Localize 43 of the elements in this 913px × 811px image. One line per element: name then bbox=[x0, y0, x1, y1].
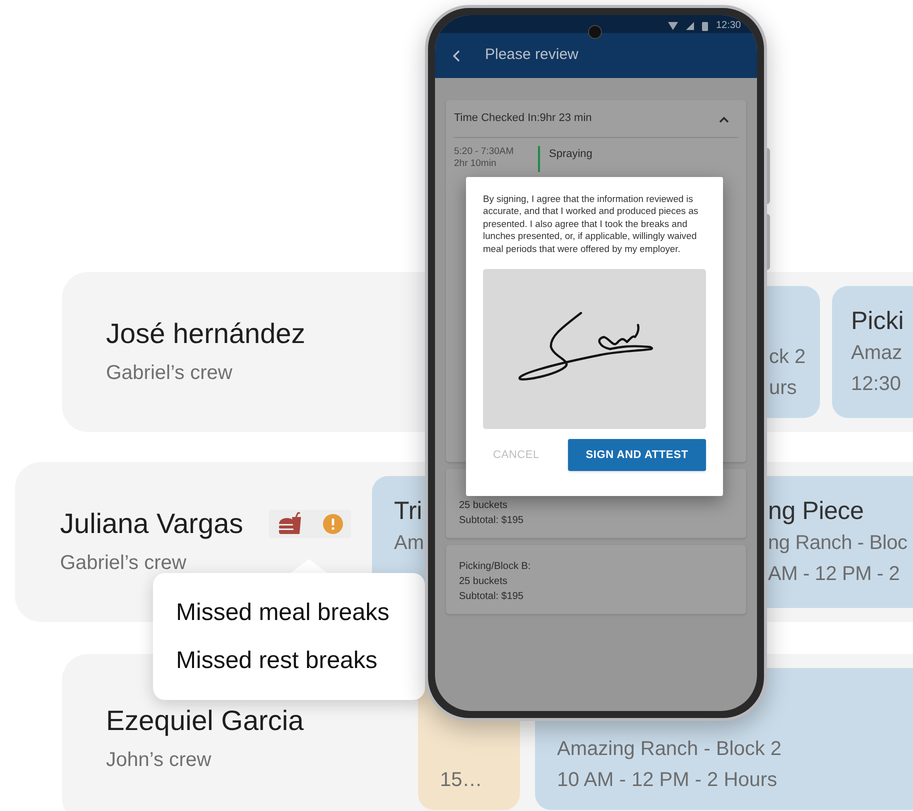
piece-line: 25 buckets bbox=[459, 499, 508, 513]
card-line: AM - 12 PM - 2 bbox=[768, 562, 900, 587]
card-title: Tri bbox=[394, 496, 422, 527]
card-line: urs bbox=[769, 376, 797, 401]
worker-name: José hernández bbox=[106, 317, 306, 351]
popover-item: Missed meal breaks bbox=[176, 598, 390, 628]
attest-text: By signing, I agree that the information reviewed is accurate, and that I worked and produced pieces as presented. I also agree that I took the breaks and lunches presented, or, if applicable, willingly waived meal periods that were offered by my employer. bbox=[483, 193, 700, 256]
card-line: ng Ranch - Bloc bbox=[768, 531, 908, 556]
piece-line: Picking/Block B: bbox=[459, 560, 532, 574]
status-time: 12:30 bbox=[716, 21, 741, 31]
time-summary: Time Checked In:9hr 23 min bbox=[454, 111, 592, 126]
crew-name: Gabriel’s crew bbox=[106, 361, 232, 386]
piece-line: Subtotal: $195 bbox=[459, 514, 524, 528]
entry-time: 5:20 - 7:30AM bbox=[454, 146, 515, 158]
entry-task: Spraying bbox=[549, 147, 592, 162]
card-line: 10 AM - 12 PM - 2 Hours bbox=[557, 768, 778, 793]
chevron-up-icon[interactable] bbox=[718, 114, 730, 122]
card-line: Amaz bbox=[851, 341, 902, 366]
task-marker bbox=[538, 146, 540, 172]
meal-icon bbox=[277, 512, 304, 536]
battery-icon bbox=[702, 21, 708, 31]
sign-button[interactable]: SIGN AND ATTEST bbox=[568, 439, 706, 472]
signature-pad[interactable] bbox=[483, 269, 706, 430]
warning-icon bbox=[323, 514, 344, 534]
card-line: Am bbox=[394, 531, 424, 556]
worker-name: Ezequiel Garcia bbox=[106, 704, 304, 738]
card-line: 12:30 bbox=[851, 372, 902, 397]
popover-item: Missed rest breaks bbox=[176, 646, 378, 676]
piece-line: Subtotal: $195 bbox=[459, 590, 524, 604]
entry-duration: 2hr 10min bbox=[454, 158, 498, 170]
worker-name: Juliana Vargas bbox=[60, 507, 244, 541]
card-title: Picki bbox=[851, 306, 904, 337]
wifi-icon bbox=[668, 22, 678, 30]
screen-title: Please review bbox=[485, 45, 578, 66]
card-line: 15… bbox=[440, 768, 482, 793]
card-title: ng Piece bbox=[768, 496, 864, 527]
crew-name: John’s crew bbox=[106, 748, 212, 773]
crew-name: Gabriel’s crew bbox=[60, 551, 186, 576]
back-icon[interactable] bbox=[453, 50, 461, 62]
piece-line: 25 buckets bbox=[459, 575, 508, 589]
card-line: Amazing Ranch - Block 2 bbox=[557, 737, 782, 762]
signal-icon bbox=[686, 22, 694, 30]
card-line: ck 2 bbox=[769, 345, 806, 370]
